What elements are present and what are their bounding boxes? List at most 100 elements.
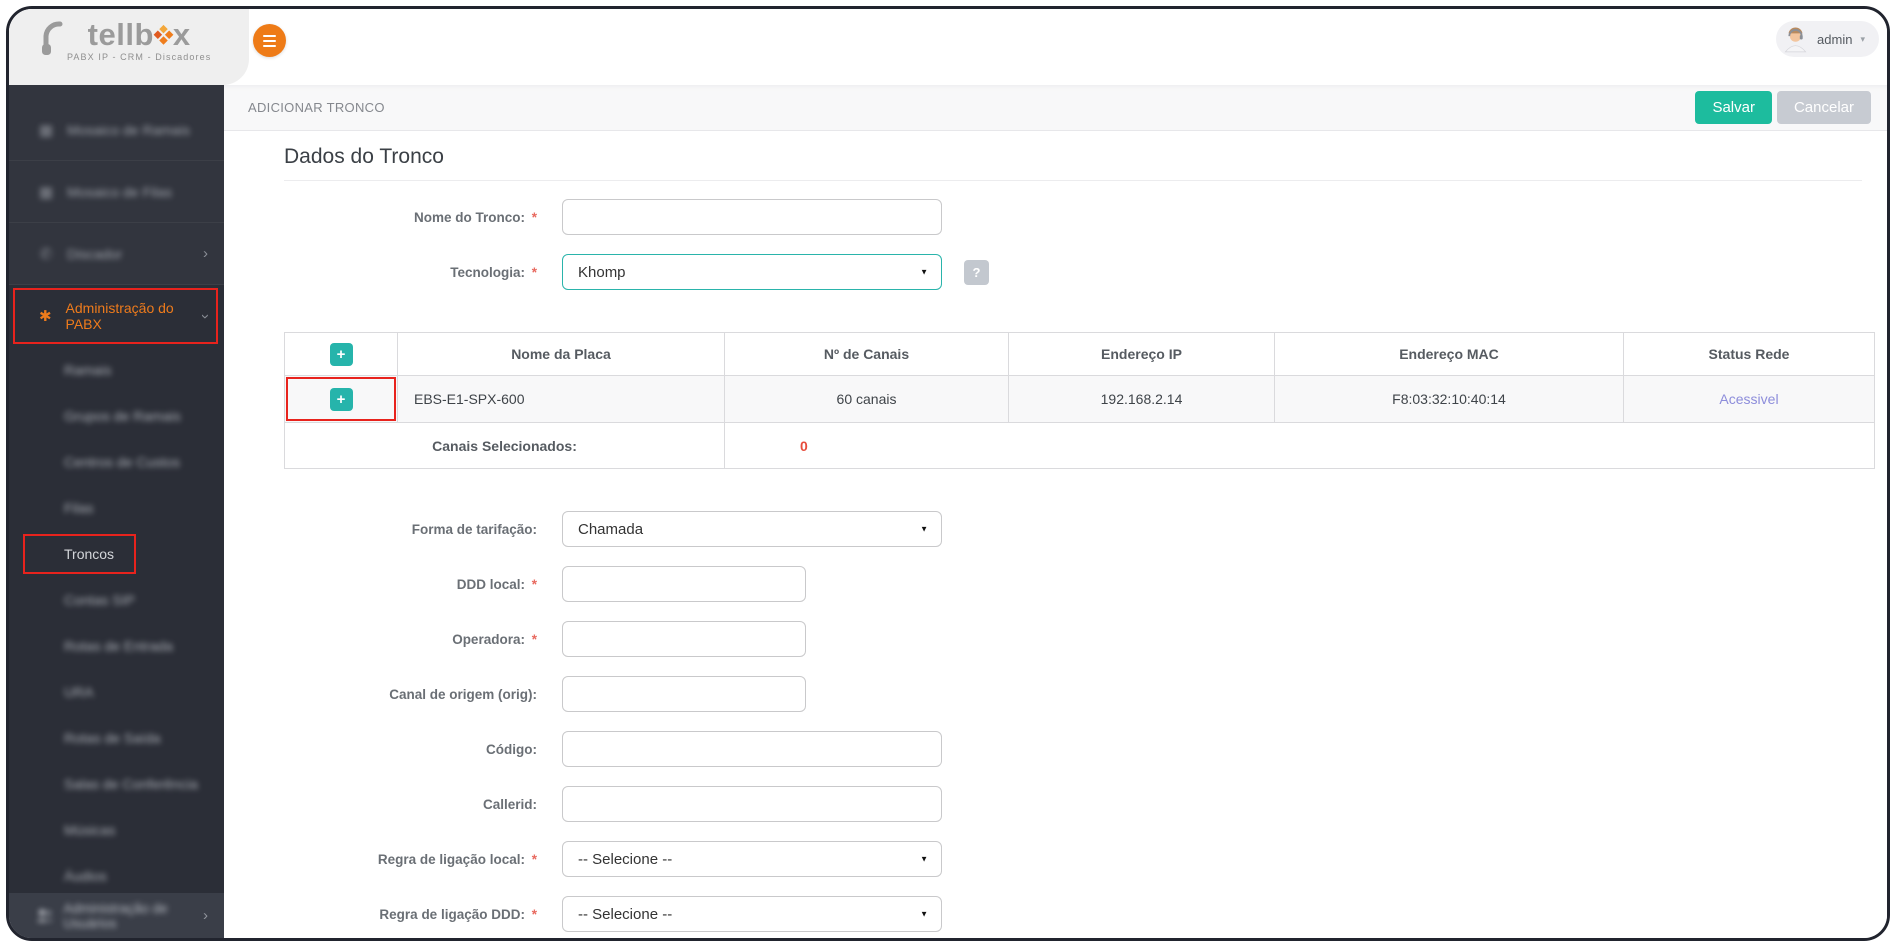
selected-value: Khomp bbox=[578, 263, 626, 281]
sidebar-item-label: Mosaico de Filas bbox=[67, 183, 173, 200]
brand-word-right: x bbox=[172, 17, 191, 52]
submenu-label: Músicas bbox=[64, 822, 116, 838]
page-title: Dados do Tronco bbox=[284, 145, 1862, 181]
sidebar-item-label: Mosaico de Ramais bbox=[67, 121, 190, 138]
submenu-label: Ramais bbox=[64, 362, 112, 378]
select-arrow-icon: ▼ bbox=[920, 854, 928, 864]
sidebar-subitem-centros-de-custos[interactable]: Centros de Custos bbox=[9, 439, 224, 485]
label-text: DDD local: bbox=[456, 576, 525, 592]
sidebar-item-mosaico-filas[interactable]: ▦ Mosaico de Filas bbox=[9, 161, 224, 223]
label-text: Nome do Tronco: bbox=[413, 209, 525, 225]
sidebar-subitem-musicas[interactable]: Músicas bbox=[9, 807, 224, 853]
topbar: admin ▾ bbox=[9, 9, 1887, 68]
grid-icon: ▦ bbox=[38, 121, 54, 139]
asterisk-icon: ✱ bbox=[38, 308, 52, 325]
phone-icon: ✆ bbox=[39, 245, 53, 263]
grid-icon: ▦ bbox=[38, 183, 54, 201]
sidebar-item-label: Administração de Usuários bbox=[63, 900, 168, 931]
sidebar: ▦ Mosaico de Ramais ▦ Mosaico de Filas ✆… bbox=[9, 68, 224, 938]
field-label: Operadora: * bbox=[224, 632, 537, 647]
avatar bbox=[1782, 26, 1809, 53]
sidebar-item-label: Discador bbox=[67, 245, 123, 262]
help-button[interactable]: ? bbox=[964, 259, 989, 285]
sidebar-item-discador[interactable]: ✆ Discador › bbox=[9, 223, 224, 285]
sidebar-item-label: Administração do PABX bbox=[65, 300, 174, 332]
regra-ligacao-ddd-select[interactable]: -- Selecione -- ▼ bbox=[562, 896, 942, 932]
table-header-row: + Nome da Placa Nº de Canais Endereço IP… bbox=[284, 332, 1875, 376]
sidebar-subitem-troncos[interactable]: Troncos bbox=[9, 531, 224, 577]
menu-toggle-button[interactable] bbox=[253, 24, 286, 57]
users-icon bbox=[36, 908, 53, 923]
required-asterisk: * bbox=[531, 576, 537, 592]
sidebar-subitem-salas-de-conferencia[interactable]: Salas de Conferência bbox=[9, 761, 224, 807]
save-button[interactable]: Salvar bbox=[1695, 91, 1772, 124]
user-menu[interactable]: admin ▾ bbox=[1776, 21, 1879, 57]
field-label: DDD local: * bbox=[224, 577, 537, 592]
caret-down-icon: ▾ bbox=[1860, 33, 1865, 44]
add-board-button[interactable]: + bbox=[329, 387, 353, 411]
chevron-down-icon: › bbox=[197, 313, 214, 319]
headset-icon bbox=[39, 17, 65, 64]
label-text: Forma de tarifação: bbox=[411, 521, 537, 537]
label-text: Callerid: bbox=[482, 796, 537, 812]
sidebar-item-administracao-usuarios[interactable]: Administração de Usuários › bbox=[9, 893, 224, 938]
selected-value: Chamada bbox=[578, 520, 644, 538]
tronco-form: Nome do Tronco: * Tecnologia: * Khomp ▼ bbox=[224, 199, 1887, 932]
forma-tarifacao-select[interactable]: Chamada ▼ bbox=[562, 511, 942, 547]
callerid-input[interactable] bbox=[562, 786, 942, 822]
breadcrumb: ADICIONAR TRONCO bbox=[248, 100, 385, 115]
tecnologia-select[interactable]: Khomp ▼ bbox=[562, 254, 942, 290]
sidebar-subitem-filas[interactable]: Filas bbox=[9, 485, 224, 531]
cell-endereco-mac: F8:03:32:10:40:14 bbox=[1274, 375, 1624, 423]
required-asterisk: * bbox=[531, 906, 537, 922]
page-header-strip: ADICIONAR TRONCO Salvar Cancelar bbox=[224, 85, 1887, 131]
field-label: Regra de ligação local: * bbox=[224, 852, 537, 867]
label-text: Operadora: bbox=[452, 631, 525, 647]
col-header-nome-placa: Nome da Placa bbox=[397, 332, 725, 376]
cancel-button[interactable]: Cancelar bbox=[1776, 91, 1871, 124]
form-row-regra-local: Regra de ligação local: * -- Selecione -… bbox=[224, 841, 1887, 877]
regra-ligacao-local-select[interactable]: -- Selecione -- ▼ bbox=[562, 841, 942, 877]
field-label: Callerid: bbox=[224, 797, 537, 812]
form-row-operadora: Operadora: * bbox=[224, 621, 1887, 657]
sidebar-item-mosaico-ramais[interactable]: ▦ Mosaico de Ramais bbox=[9, 99, 224, 161]
brand-logo: tellb x PABX IP - CRM - Discadores bbox=[39, 17, 211, 64]
sidebar-subitem-rotas-de-entrada[interactable]: Rotas de Entrada bbox=[9, 623, 224, 669]
main-content: ADICIONAR TRONCO Salvar Cancelar Dados d… bbox=[224, 68, 1887, 938]
submenu-label: URA bbox=[64, 684, 94, 700]
form-row-canal-origem: Canal de origem (orig): bbox=[224, 676, 1887, 712]
brand-diamond-icon bbox=[153, 24, 174, 45]
label-text: Código: bbox=[486, 741, 537, 757]
canal-origem-input[interactable] bbox=[562, 676, 806, 712]
operadora-input[interactable] bbox=[562, 621, 806, 657]
form-row-callerid: Callerid: bbox=[224, 786, 1887, 822]
chevron-right-icon: › bbox=[203, 245, 208, 262]
field-label: Forma de tarifação: bbox=[224, 522, 537, 537]
selected-value: -- Selecione -- bbox=[578, 850, 673, 868]
submenu-label: Contas SIP bbox=[64, 592, 135, 608]
submenu-label: Grupos de Ramais bbox=[64, 408, 181, 424]
col-header-endereco-ip: Endereço IP bbox=[1008, 332, 1275, 376]
sidebar-subitem-contas-sip[interactable]: Contas SIP bbox=[9, 577, 224, 623]
sidebar-subitem-ramais[interactable]: Ramais bbox=[9, 347, 224, 393]
sidebar-subitem-rotas-de-saida[interactable]: Rotas de Saída bbox=[9, 715, 224, 761]
field-label: Código: bbox=[224, 742, 537, 757]
sidebar-subitem-grupos-de-ramais[interactable]: Grupos de Ramais bbox=[9, 393, 224, 439]
col-header-status-rede: Status Rede bbox=[1623, 332, 1875, 376]
sidebar-section-pabx: ✱ Administração do PABX › Ramais Grupos … bbox=[9, 285, 224, 899]
required-asterisk: * bbox=[531, 851, 537, 867]
label-text: Tecnologia: bbox=[450, 264, 525, 280]
nome-tronco-input[interactable] bbox=[562, 199, 942, 235]
cell-num-canais: 60 canais bbox=[724, 375, 1009, 423]
status-rede-link[interactable]: Acessivel bbox=[1719, 391, 1778, 407]
codigo-input[interactable] bbox=[562, 731, 942, 767]
brand-tagline: PABX IP - CRM - Discadores bbox=[67, 52, 212, 62]
ddd-local-input[interactable] bbox=[562, 566, 806, 602]
submenu-label: Salas de Conferência bbox=[64, 776, 198, 792]
sidebar-item-administracao-pabx[interactable]: ✱ Administração do PABX › bbox=[9, 285, 224, 347]
label-text: Regra de ligação local: bbox=[377, 851, 525, 867]
add-all-channels-button[interactable]: + bbox=[329, 342, 353, 366]
required-asterisk: * bbox=[531, 209, 537, 225]
field-label: Regra de ligação DDD: * bbox=[224, 907, 537, 922]
sidebar-subitem-ura[interactable]: URA bbox=[9, 669, 224, 715]
